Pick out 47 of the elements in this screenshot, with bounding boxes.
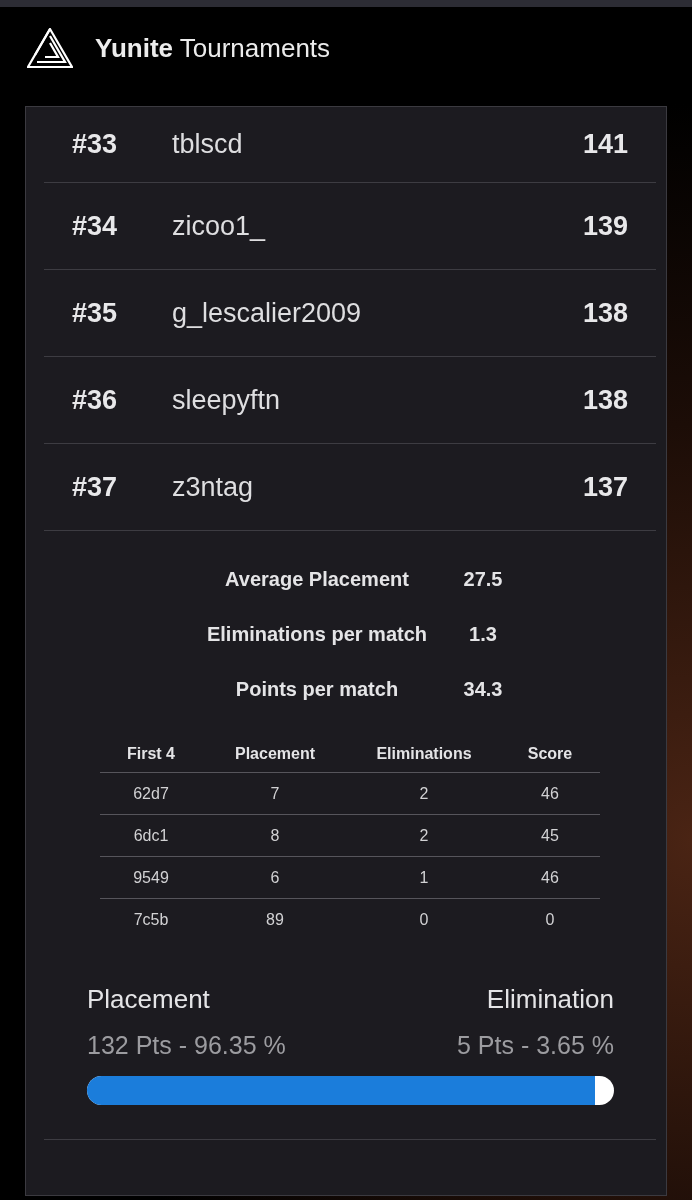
placement-label: Placement (87, 982, 210, 1016)
rank-label: #35 (72, 296, 119, 330)
column-header: First 4 (126, 744, 176, 764)
rank-label: #34 (72, 209, 119, 243)
table-cell-text: 46 (540, 867, 560, 888)
table-cell-text: 8 (269, 825, 281, 846)
table-cell-text: 46 (540, 783, 560, 804)
player-name: tblscd (172, 128, 244, 162)
rank-label: #36 (72, 383, 119, 417)
table-cell-text: 45 (540, 825, 560, 846)
column-header: Eliminations (375, 744, 473, 764)
table-cell-text: 0 (418, 910, 430, 930)
player-name: zicoo1_ (172, 209, 267, 243)
table-cell-text: 2 (418, 783, 430, 804)
player-name: z3ntag (172, 470, 255, 504)
table-cell-text: 7 (269, 783, 281, 804)
stat-value: 1.3 (468, 621, 498, 647)
table-cell-text: 9549 (132, 867, 170, 888)
table-cell-text: 62d7 (132, 783, 170, 804)
table-cell-text: 89 (265, 910, 285, 930)
table-cell-text: 0 (544, 910, 556, 930)
stat-label: Average Placement (224, 566, 410, 592)
stat-value: 34.3 (462, 676, 504, 702)
column-header: Score (526, 744, 574, 764)
rank-label: #37 (72, 470, 119, 504)
elimination-points: 5 Pts - 3.65 % (456, 1030, 614, 1062)
column-header: Placement (233, 744, 316, 764)
elimination-label: Elimination (486, 982, 614, 1016)
stat-label: Points per match (234, 676, 400, 702)
player-score: 139 (582, 209, 628, 243)
stat-label: Eliminations per match (205, 621, 429, 647)
table-cell-text: 7c5b (132, 910, 170, 930)
table-cell-text: 6 (269, 867, 281, 888)
triangle-logo-icon (27, 28, 73, 68)
player-name: g_lescalier2009 (172, 296, 363, 330)
placement-points: 132 Pts - 96.35 % (87, 1030, 286, 1062)
app-title: Yunite Tournaments (95, 32, 331, 65)
player-score: 141 (582, 128, 628, 162)
player-score: 138 (582, 383, 628, 417)
table-cell-text: 1 (418, 867, 430, 888)
table-cell-text: 2 (418, 825, 430, 846)
table-cell-text: 6dc1 (132, 825, 170, 846)
stat-value: 27.5 (462, 566, 504, 592)
player-score: 137 (582, 470, 628, 504)
player-name: sleepyftn (172, 383, 282, 417)
rank-label: #33 (72, 128, 119, 162)
player-score: 138 (582, 296, 628, 330)
